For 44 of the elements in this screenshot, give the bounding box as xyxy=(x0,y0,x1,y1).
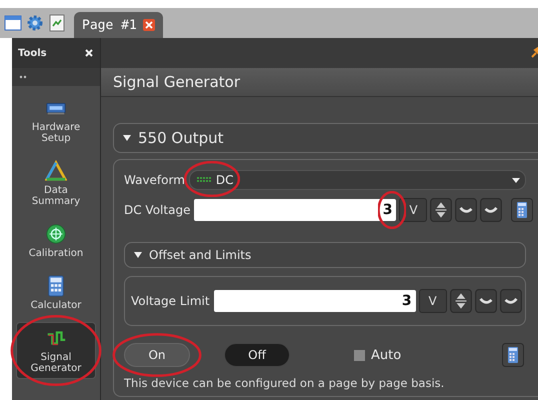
panel-title: Signal Generator xyxy=(101,68,538,97)
page-tab[interactable]: Page #1 xyxy=(74,12,163,38)
triangle-icon xyxy=(45,160,67,182)
info-text: This device can be configured on a page by page basis. xyxy=(124,376,446,390)
undo-icon[interactable] xyxy=(455,198,478,222)
window-icon[interactable] xyxy=(4,14,22,32)
sidebar-item[interactable]: Signal Generator xyxy=(16,322,96,379)
gear-icon[interactable] xyxy=(26,14,44,32)
toggle-button[interactable]: On xyxy=(124,343,190,367)
number-field[interactable]: 3 xyxy=(194,199,396,221)
calculator-icon[interactable] xyxy=(502,342,524,368)
panel-title: Tools xyxy=(18,48,47,58)
sidebar-item[interactable]: Calculator xyxy=(16,270,96,316)
sidebar-item[interactable]: Calibration xyxy=(16,218,96,264)
unit-button[interactable]: V xyxy=(399,198,428,222)
toggle-button[interactable]: Off xyxy=(224,343,290,367)
unit-button[interactable]: V xyxy=(418,289,447,313)
close-icon[interactable] xyxy=(142,19,155,31)
close-icon[interactable] xyxy=(84,48,94,58)
caret-icon xyxy=(122,133,132,143)
number-field[interactable]: 3 xyxy=(214,290,416,312)
section-header[interactable]: Offset and Limits xyxy=(124,242,526,268)
redo-icon[interactable] xyxy=(480,198,502,222)
grip-icon[interactable] xyxy=(18,75,28,79)
redo-icon[interactable] xyxy=(500,289,522,313)
spinner-icon[interactable] xyxy=(450,289,472,313)
undo-icon[interactable] xyxy=(474,289,497,313)
calculator-icon[interactable] xyxy=(511,198,534,222)
dc-line-icon xyxy=(196,176,212,184)
field-label: DC Voltage xyxy=(124,203,190,217)
caret-icon xyxy=(133,250,143,260)
field-label: Voltage Limit xyxy=(131,294,210,308)
waveform-dropdown[interactable]: DC xyxy=(188,170,526,190)
checkbox[interactable] xyxy=(354,350,365,360)
chart-icon[interactable] xyxy=(48,14,66,32)
caret-icon xyxy=(511,175,521,185)
sidebar-item[interactable]: Data Summary xyxy=(16,155,96,212)
sidebar-item[interactable]: Hardware Setup xyxy=(16,92,96,149)
target-icon xyxy=(45,223,67,245)
spinner-icon[interactable] xyxy=(430,198,452,222)
checkbox-label: Auto xyxy=(371,348,402,362)
section-header[interactable]: 550 Output xyxy=(113,123,538,153)
calculator-icon xyxy=(45,275,67,297)
field-label: Waveform xyxy=(124,173,185,187)
